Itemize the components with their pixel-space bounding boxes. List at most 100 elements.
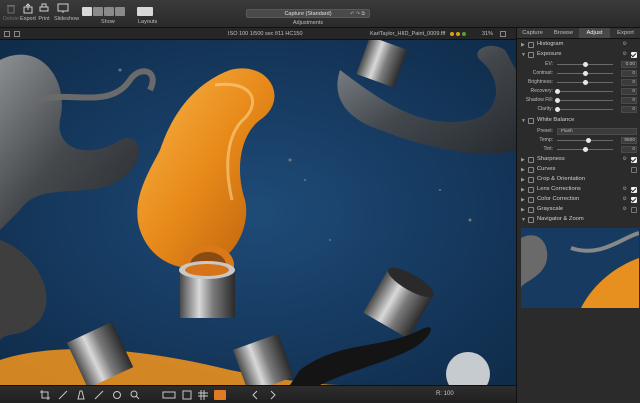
slider-knob[interactable] [555,89,560,94]
histogram-icon [528,42,534,48]
settings-icon[interactable]: ⚙ [623,156,627,162]
section-white-balance[interactable]: ▼ White Balance [517,116,640,126]
view-option-3[interactable] [104,7,114,16]
compare-icon[interactable] [162,390,176,400]
slider-knob[interactable] [583,80,588,85]
bottom-toolbar: R: 100 [0,385,516,403]
show-label: Show [101,19,115,25]
slider-knob[interactable] [555,98,560,103]
slider-label: Recovery: [530,88,553,94]
slider-track[interactable] [557,91,613,92]
top-toolbar: Delete Export Print Slideshow Show Layou… [0,0,640,28]
delete-label: Delete [3,16,19,22]
panel-tabs: Capture Browse Adjust Export [517,28,640,39]
settings-icon[interactable]: ⚙ [623,196,627,202]
preset-dropdown[interactable]: Capture (Standard) ↶ ↷ ⧉ [246,9,370,18]
section-lens[interactable]: ▶ Lens Corrections ⚙ [517,185,640,195]
section-sharpness[interactable]: ▶ Sharpness ⚙ [517,155,640,165]
section-crop[interactable]: ▶ Crop & Orientation [517,175,640,185]
settings-icon[interactable]: ⚙ [623,206,627,212]
slideshow-button[interactable]: Slideshow [54,3,80,22]
zoom-tool-icon[interactable] [130,390,140,400]
section-title: Navigator & Zoom [537,216,584,222]
slider-value-field[interactable]: 0 [621,70,637,77]
curves-enable-checkbox[interactable] [631,167,637,173]
straighten-icon[interactable] [58,390,68,400]
slider-knob[interactable] [586,138,591,143]
view-option-4[interactable] [115,7,125,16]
section-navigator[interactable]: ▼ Navigator & Zoom [517,215,640,225]
slider-label: Tint: [543,146,553,152]
section-curves[interactable]: ▶ Curves [517,165,640,175]
show-view-switch[interactable] [82,7,125,16]
exposure-enable-checkbox[interactable] [631,52,637,58]
navigator-thumbnail[interactable] [521,228,639,308]
view-option-1[interactable] [82,7,92,16]
section-grayscale[interactable]: ▶ Grayscale ⚙ [517,205,640,215]
clarity-slider-row[interactable]: Clarity: 0 [517,105,640,114]
slider-value-field[interactable]: 5500 [621,137,637,144]
single-view-icon[interactable] [14,31,20,37]
shadow-fill-slider-row[interactable]: Shadow Fill: 0 [517,96,640,105]
slideshow-label: Slideshow [54,16,80,22]
keystone-icon[interactable] [76,390,86,400]
slider-label: Clarity: [537,106,553,112]
photo-viewer[interactable] [0,40,516,385]
layouts-switch[interactable] [137,7,153,16]
print-button[interactable]: Print [35,3,53,22]
slider-value-field[interactable]: 0 [621,97,637,104]
section-exposure[interactable]: ▼ Exposure ⚙ [517,50,640,60]
color-enable-checkbox[interactable] [631,197,637,203]
view-option-2[interactable] [93,7,103,16]
overlay-toggle-button[interactable] [214,390,226,400]
layouts-label: Layouts [138,19,158,25]
section-title: Color Correction [537,196,580,202]
slider-value-field[interactable]: 0 [621,106,637,113]
hand-icon[interactable] [112,390,122,400]
next-icon[interactable] [268,390,278,400]
brightness-slider-row[interactable]: Brightness: 0 [517,78,640,87]
section-histogram[interactable]: ▶ Histogram ⚙ [517,40,640,50]
slider-knob[interactable] [583,147,588,152]
tab-browse[interactable]: Browse [548,28,579,38]
settings-icon[interactable]: ⚙ [623,51,627,57]
undo-redo-icons[interactable]: ↶ ↷ ⧉ [350,10,365,18]
section-color-correction[interactable]: ▶ Color Correction ⚙ [517,195,640,205]
slider-track[interactable] [557,100,613,101]
settings-icon[interactable]: ⚙ [623,186,627,192]
recovery-slider-row[interactable]: Recovery: 0 [517,87,640,96]
tab-adjust[interactable]: Adjust [579,28,610,38]
wb-tint-row[interactable]: Tint: 0 [517,145,640,154]
lens-enable-checkbox[interactable] [631,187,637,193]
contrast-slider-row[interactable]: Contrast: 0 [517,69,640,78]
color-tag-dots[interactable] [450,32,466,36]
zoom-value[interactable]: R: 100 [436,391,454,397]
slider-knob[interactable] [555,107,560,112]
grid-view-icon[interactable] [4,31,10,37]
settings-icon[interactable]: ⚙ [623,41,627,47]
grid-icon[interactable] [198,390,208,400]
expand-icon[interactable] [500,31,506,37]
tab-capture[interactable]: Capture [517,28,548,38]
sharpness-enable-checkbox[interactable] [631,157,637,163]
slider-value-field[interactable]: 0 [621,88,637,95]
slider-track[interactable] [557,109,613,110]
brush-icon[interactable] [94,390,104,400]
tab-export[interactable]: Export [610,28,640,38]
slider-track[interactable] [557,140,613,141]
wb-temp-row[interactable]: Temp: 5500 [517,136,640,145]
ev-slider-row[interactable]: EV: 0.00 [517,60,640,69]
wb-preset-dropdown[interactable]: Flash [557,128,637,135]
layout-option[interactable] [137,7,153,16]
previous-icon[interactable] [250,390,260,400]
grayscale-enable-checkbox[interactable] [631,207,637,213]
crop-icon[interactable] [40,390,50,400]
delete-button[interactable]: Delete [2,3,20,22]
exposure-warning-icon[interactable] [182,390,192,400]
wb-preset-row[interactable]: Preset: Flash [517,127,640,136]
slider-knob[interactable] [583,62,588,67]
slider-value-field[interactable]: 0 [621,79,637,86]
slider-value-field[interactable]: 0 [621,146,637,153]
slider-knob[interactable] [583,71,588,76]
slider-value-field[interactable]: 0.00 [621,61,637,68]
